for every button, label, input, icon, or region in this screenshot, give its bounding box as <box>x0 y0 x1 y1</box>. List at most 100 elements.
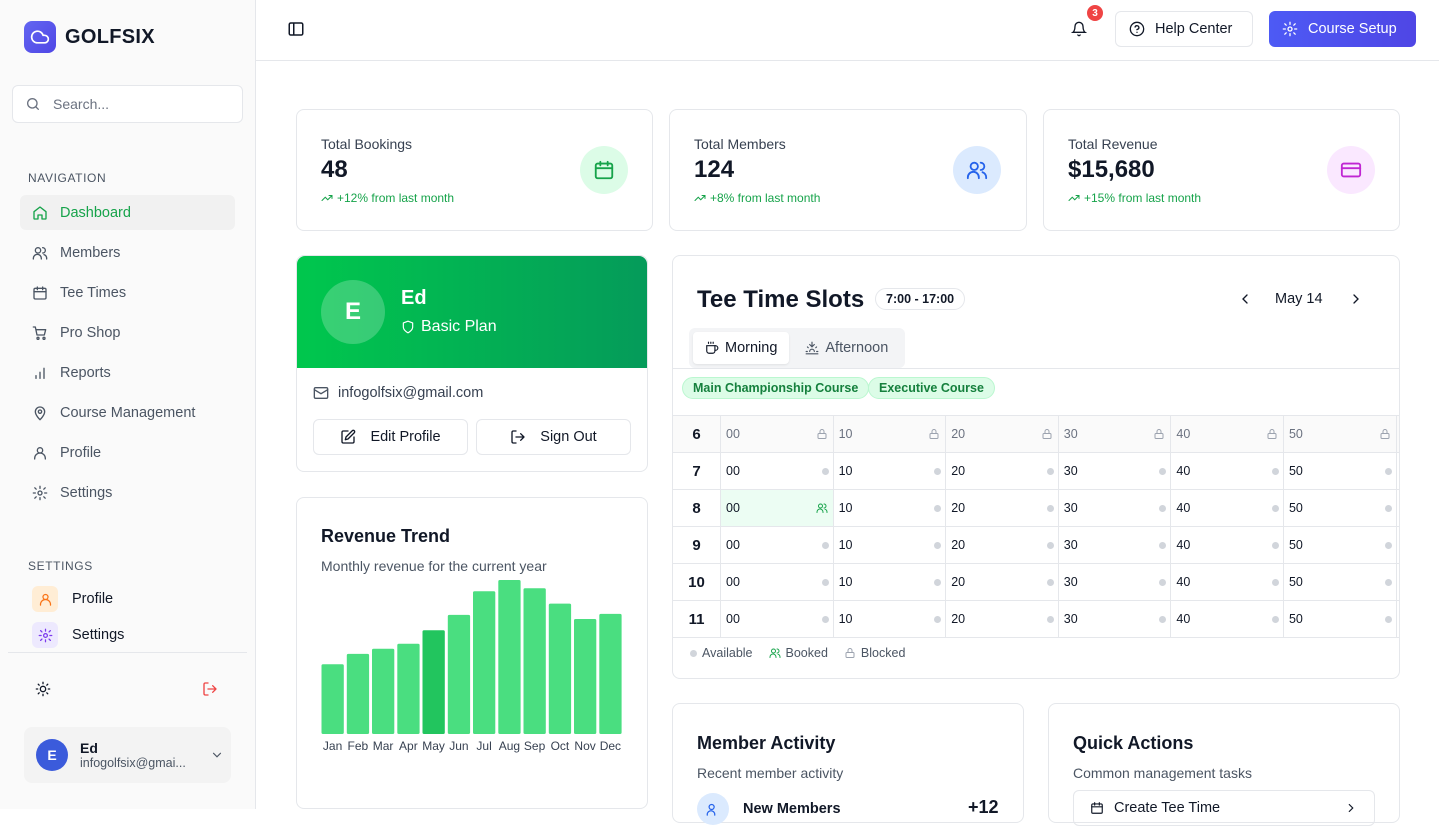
legend-booked: Booked <box>769 646 828 660</box>
revenue-bar-jan[interactable] <box>321 664 344 734</box>
tee-slot-blocked[interactable]: 20 <box>946 416 1059 452</box>
tee-slot-available[interactable]: 20 <box>946 564 1059 600</box>
tee-slot-available[interactable]: 20 <box>946 490 1059 526</box>
revenue-bar-mar[interactable] <box>372 648 395 734</box>
tee-slot-blocked[interactable]: 40 <box>1171 416 1284 452</box>
sidebar-item-pro-shop[interactable]: Pro Shop <box>20 315 235 350</box>
revenue-bar-may[interactable] <box>422 630 445 734</box>
app-logo[interactable]: GOLFSIX <box>24 21 155 53</box>
revenue-bar-jun[interactable] <box>447 614 471 734</box>
revenue-bar-feb[interactable] <box>346 653 370 734</box>
sidebar-item-members[interactable]: Members <box>20 235 235 270</box>
logout-button[interactable] <box>200 679 220 699</box>
tab-afternoon[interactable]: Afternoon <box>793 332 900 364</box>
tab-morning[interactable]: Morning <box>693 332 790 364</box>
tee-slot-available[interactable]: 10 <box>834 490 947 526</box>
sidebar-item-dashboard[interactable]: Dashboard <box>20 195 235 230</box>
user-name: Ed <box>80 740 98 756</box>
help-center-button[interactable]: Help Center <box>1115 11 1253 47</box>
status-dot-icon <box>1159 505 1167 512</box>
sidebar-item-course-management[interactable]: Course Management <box>20 395 235 430</box>
theme-toggle-button[interactable] <box>33 679 53 699</box>
sidebar-item-profile[interactable]: Profile <box>20 435 235 470</box>
tee-slot-available[interactable]: 10 <box>834 527 947 563</box>
tee-slot-available[interactable]: 40 <box>1171 601 1284 637</box>
tee-slot-available[interactable]: 00 <box>721 527 834 563</box>
status-dot-icon <box>690 649 697 657</box>
tee-slot-available[interactable]: 20 <box>946 527 1059 563</box>
tee-slot-available[interactable]: 40 <box>1171 564 1284 600</box>
sidebar-item-label: Tee Times <box>60 284 127 301</box>
tee-slot-blocked[interactable]: 50 <box>1284 416 1397 452</box>
sun-icon <box>35 681 51 697</box>
tee-slot-available[interactable]: 50 <box>1284 564 1397 600</box>
tee-slot-available[interactable]: 20 <box>946 601 1059 637</box>
tee-slot-available[interactable]: 30 <box>1059 601 1172 637</box>
tee-slot-available[interactable]: 30 <box>1059 564 1172 600</box>
tee-slot-blocked[interactable]: 30 <box>1059 416 1172 452</box>
slot-minute: 00 <box>726 575 740 589</box>
tee-slot-blocked[interactable]: 00 <box>721 416 834 452</box>
x-tick-label: Dec <box>600 739 621 753</box>
revenue-bar-oct[interactable] <box>548 603 572 734</box>
lock-icon <box>929 429 939 439</box>
tee-slot-available[interactable]: 30 <box>1059 490 1172 526</box>
tee-slot-available[interactable]: 50 <box>1284 601 1397 637</box>
tee-slot-available[interactable]: 40 <box>1171 490 1284 526</box>
next-day-button[interactable] <box>1348 291 1364 312</box>
search-input[interactable] <box>53 96 223 112</box>
user-menu[interactable]: E Ed infogolfsix@gmai... <box>24 727 231 783</box>
users-icon <box>816 503 828 513</box>
stat-trend: +12% from last month <box>321 191 454 205</box>
quick-actions-card: Quick Actions Common management tasks Cr… <box>1048 703 1400 826</box>
sidebar-item-reports[interactable]: Reports <box>20 355 235 390</box>
slot-minute: 30 <box>1063 427 1078 441</box>
tee-slot-available[interactable]: 40 <box>1171 527 1284 563</box>
revenue-bar-apr[interactable] <box>397 643 420 734</box>
tee-slot-available[interactable]: 40 <box>1171 453 1284 489</box>
edit-profile-button[interactable]: Edit Profile <box>313 419 468 455</box>
revenue-bar-aug[interactable] <box>498 580 521 734</box>
revenue-bar-nov[interactable] <box>574 619 597 734</box>
search-box[interactable] <box>12 85 243 123</box>
course-tag-main[interactable]: Main Championship Course <box>682 377 870 399</box>
gear-icon <box>32 485 48 500</box>
tee-slot-available[interactable]: 10 <box>834 564 947 600</box>
prev-day-button[interactable] <box>1237 291 1253 312</box>
slot-legend: Available Booked Blocked <box>690 646 905 660</box>
hour-label: 7 <box>673 453 721 489</box>
tee-slot-available[interactable]: 20 <box>946 453 1059 489</box>
legend-label: Blocked <box>860 646 906 660</box>
sidebar-toggle-button[interactable] <box>287 20 305 43</box>
tee-slot-available[interactable]: 50 <box>1284 490 1397 526</box>
sign-out-button[interactable]: Sign Out <box>476 419 631 455</box>
settings-item-profile[interactable]: Profile <box>32 585 247 613</box>
tee-slot-available[interactable]: 30 <box>1059 453 1172 489</box>
tee-slot-available[interactable]: 50 <box>1284 453 1397 489</box>
tee-slot-available[interactable]: 00 <box>721 601 834 637</box>
slot-minute: 30 <box>1063 501 1078 515</box>
revenue-bar-dec[interactable] <box>599 613 622 734</box>
revenue-bar-jul[interactable] <box>473 591 496 734</box>
course-setup-button[interactable]: Course Setup <box>1269 11 1416 47</box>
user-info: Ed infogolfsix@gmai... <box>80 740 192 770</box>
slot-minute: 20 <box>951 501 966 515</box>
x-tick-label: Nov <box>574 739 595 753</box>
tee-slot-blocked[interactable]: 10 <box>834 416 947 452</box>
sidebar-item-tee-times[interactable]: Tee Times <box>20 275 235 310</box>
tee-slot-available[interactable]: 00 <box>721 453 834 489</box>
tee-slot-available[interactable]: 30 <box>1059 527 1172 563</box>
course-tag-executive[interactable]: Executive Course <box>868 377 995 399</box>
notifications-button[interactable] <box>1070 20 1088 43</box>
tee-slot-available[interactable]: 50 <box>1284 527 1397 563</box>
tee-slot-available[interactable]: 00 <box>721 564 834 600</box>
tee-row: 6 00 10 20 30 40 50 <box>673 416 1399 453</box>
tee-slot-available[interactable]: 10 <box>834 601 947 637</box>
revenue-bar-sep[interactable] <box>523 588 546 734</box>
sidebar-item-settings[interactable]: Settings <box>20 475 235 510</box>
settings-item-settings[interactable]: Settings <box>32 621 247 649</box>
tee-slot-booked[interactable]: 00 <box>721 490 834 526</box>
tee-slot-available[interactable]: 10 <box>834 453 947 489</box>
create-tee-time-button[interactable]: Create Tee Time <box>1073 790 1375 826</box>
tab-label: Afternoon <box>825 340 889 356</box>
